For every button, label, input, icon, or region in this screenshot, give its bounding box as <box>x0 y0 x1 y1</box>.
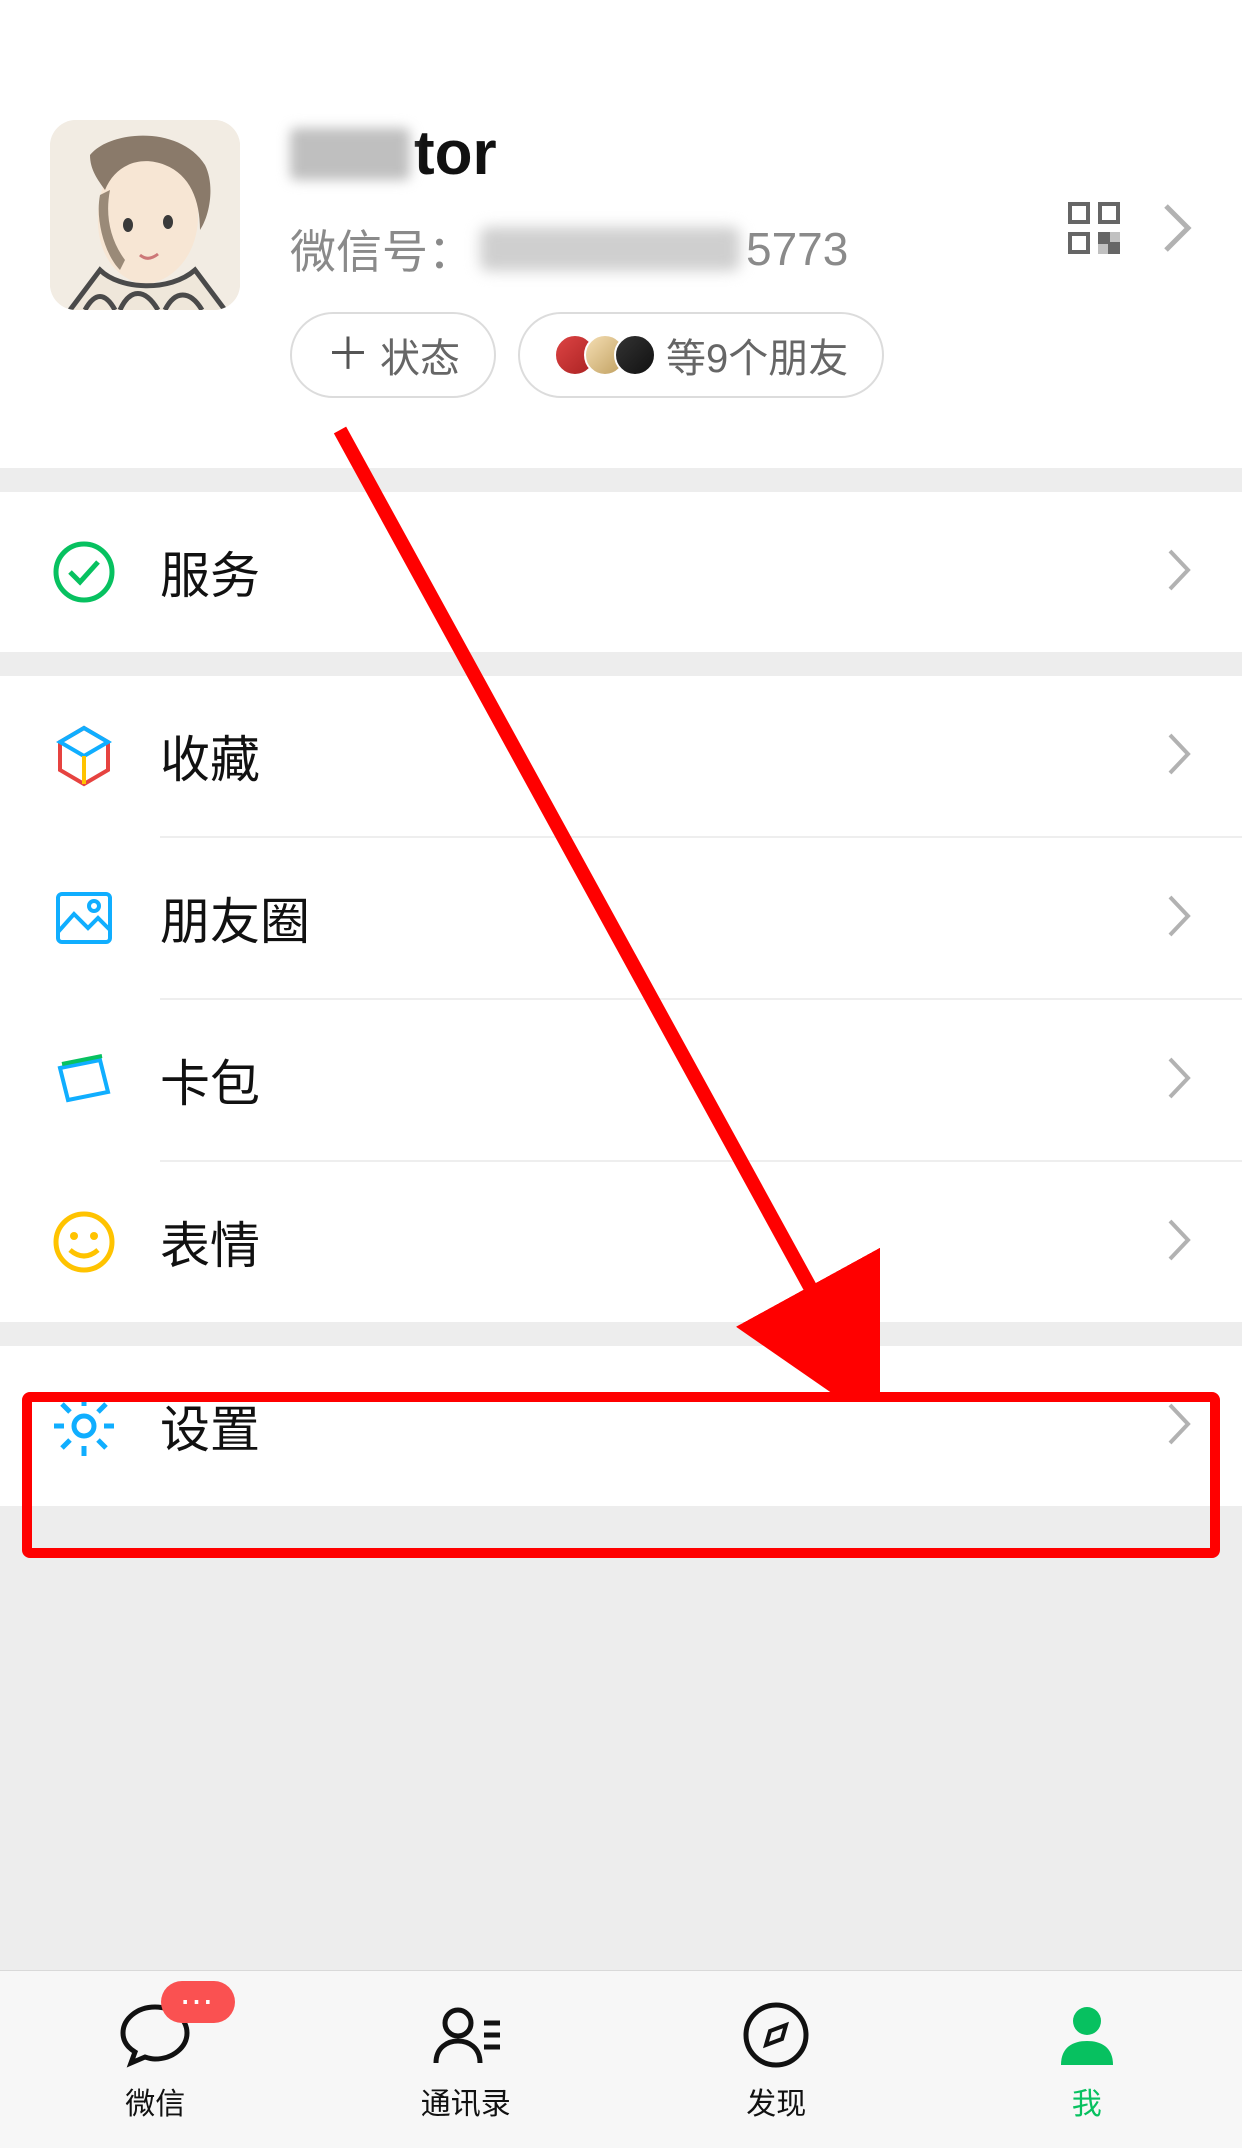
chevron-right-icon <box>1166 547 1192 598</box>
discover-icon <box>738 1997 814 2073</box>
tab-wechat[interactable]: ⋯ 微信 <box>0 1971 311 2148</box>
section-services: 服务 <box>0 492 1242 652</box>
tab-discover-label: 发现 <box>746 2079 806 2123</box>
tab-me-label: 我 <box>1072 2079 1102 2123</box>
redaction-blur <box>290 128 410 180</box>
chevron-right-icon <box>1166 893 1192 944</box>
services-label: 服务 <box>160 536 1166 608</box>
favorites-row[interactable]: 收藏 <box>0 676 1242 836</box>
redaction-blur <box>480 227 740 271</box>
tab-bar: ⋯ 微信 通讯录 发现 我 <box>0 1970 1242 2148</box>
chevron-right-icon <box>1166 731 1192 782</box>
me-icon <box>1049 1997 1125 2073</box>
status-button[interactable]: ＋ 状态 <box>290 312 496 398</box>
profile-actions <box>1066 200 1192 261</box>
settings-label: 设置 <box>160 1390 1166 1462</box>
avatar[interactable] <box>50 120 240 310</box>
contacts-icon <box>428 1997 504 2073</box>
favorites-label: 收藏 <box>160 720 1166 792</box>
friends-status-label: 等9个朋友 <box>666 326 848 384</box>
moments-row[interactable]: 朋友圈 <box>0 838 1242 998</box>
tab-discover[interactable]: 发现 <box>621 1971 932 2148</box>
status-pills: ＋ 状态 等9个朋友 <box>290 312 1192 398</box>
wechat-id-suffix: 5773 <box>746 222 848 276</box>
stickers-row[interactable]: 表情 <box>0 1162 1242 1322</box>
stickers-label: 表情 <box>160 1206 1166 1278</box>
section-settings: 设置 <box>0 1346 1242 1506</box>
friends-status-button[interactable]: 等9个朋友 <box>518 312 884 398</box>
tab-wechat-label: 微信 <box>125 2079 185 2123</box>
settings-icon <box>50 1392 118 1460</box>
profile-card[interactable]: tor 微信号： 5773 ＋ 状态 等9个朋友 <box>0 0 1242 468</box>
services-icon <box>50 538 118 606</box>
stickers-icon <box>50 1208 118 1276</box>
chevron-right-icon <box>1162 202 1192 259</box>
cards-row[interactable]: 卡包 <box>0 1000 1242 1160</box>
moments-icon <box>50 884 118 952</box>
cards-label: 卡包 <box>160 1044 1166 1116</box>
status-button-label: 状态 <box>380 326 460 384</box>
me-screen: tor 微信号： 5773 ＋ 状态 等9个朋友 <box>0 0 1242 2148</box>
tab-contacts[interactable]: 通讯录 <box>311 1971 622 2148</box>
qr-code-icon[interactable] <box>1066 200 1122 261</box>
plus-icon: ＋ <box>326 333 370 377</box>
wechat-id-row: 微信号： 5773 <box>290 216 1192 282</box>
moments-label: 朋友圈 <box>160 882 1166 954</box>
chevron-right-icon <box>1166 1217 1192 1268</box>
favorites-icon <box>50 722 118 790</box>
tab-me[interactable]: 我 <box>932 1971 1242 2148</box>
cards-icon <box>50 1046 118 1114</box>
services-row[interactable]: 服务 <box>0 492 1242 652</box>
chevron-right-icon <box>1166 1401 1192 1452</box>
tab-contacts-label: 通讯录 <box>421 2079 511 2123</box>
profile-info: tor 微信号： 5773 ＋ 状态 等9个朋友 <box>240 120 1192 398</box>
unread-badge: ⋯ <box>161 1981 235 2023</box>
friend-avatars <box>554 334 656 376</box>
nickname: tor <box>290 120 1192 188</box>
chevron-right-icon <box>1166 1055 1192 1106</box>
wechat-id-label: 微信号： <box>290 216 474 282</box>
nickname-text: tor <box>414 120 497 188</box>
settings-row[interactable]: 设置 <box>0 1346 1242 1506</box>
section-content: 收藏 朋友圈 卡包 表情 <box>0 676 1242 1322</box>
